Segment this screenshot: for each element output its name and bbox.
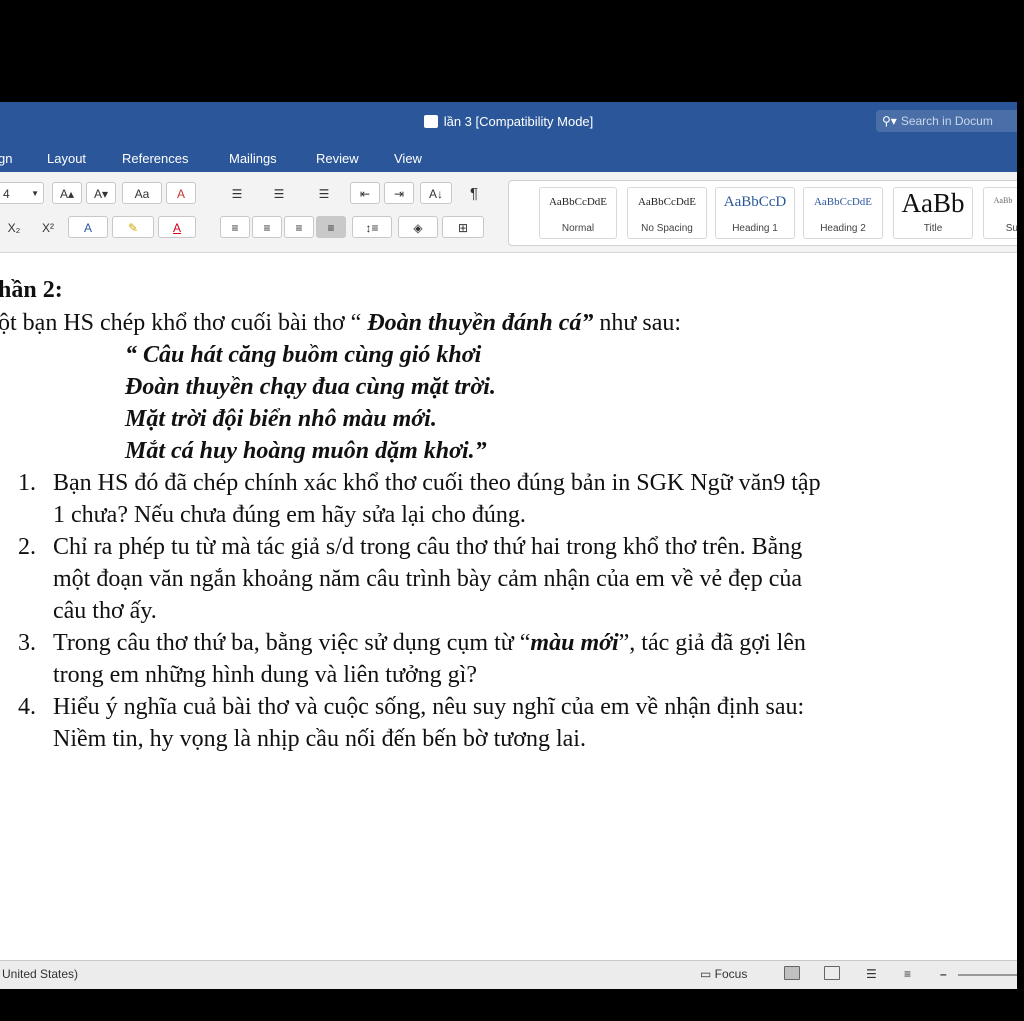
status-bar: United States) ▭ Focus ☰ ≡ –	[0, 960, 1017, 989]
sort-button[interactable]: A↓	[420, 182, 452, 204]
list-number: 4.	[18, 694, 36, 720]
focus-button[interactable]: ▭ Focus	[700, 967, 747, 981]
intro-paragraph: ột bạn HS chép khổ thơ cuối bài thơ “ Đo…	[0, 310, 682, 336]
line-spacing-button[interactable]: ↕≡	[352, 216, 392, 238]
align-right-button[interactable]: ≡	[284, 216, 314, 238]
tab-mailings[interactable]: Mailings	[229, 151, 277, 166]
list-number: 3.	[18, 630, 36, 656]
shading-button[interactable]: ◈	[398, 216, 438, 238]
style-heading-1[interactable]: AaBbCcD Heading 1	[715, 187, 795, 239]
subscript-button[interactable]: X₂	[0, 216, 28, 238]
language-indicator[interactable]: United States)	[2, 967, 78, 981]
question-text: trong em những hình dung và liên tưởng g…	[53, 662, 477, 688]
decrease-indent-button[interactable]: ⇤	[350, 182, 380, 204]
poem-line: Mắt cá huy hoàng muôn dặm khơi.”	[125, 438, 487, 464]
question-text: Niềm tin, hy vọng là nhịp cầu nối đến bế…	[53, 726, 586, 752]
document-icon	[423, 115, 438, 128]
increase-indent-button[interactable]: ⇥	[384, 182, 414, 204]
poem-line: “ Câu hát căng buồm cùng gió khơi	[125, 342, 482, 368]
borders-button[interactable]: ⊞	[442, 216, 484, 238]
style-heading-2[interactable]: AaBbCcDdE Heading 2	[803, 187, 883, 239]
text-effects-button[interactable]: A	[68, 216, 108, 238]
question-text: 1 chưa? Nếu chưa đúng em hãy sửa lại cho…	[53, 502, 526, 528]
multilevel-list-button[interactable]: ☰	[304, 182, 344, 204]
focus-icon: ▭	[700, 967, 715, 981]
change-case-button[interactable]: Aa	[122, 182, 162, 204]
poem-line: Đoàn thuyền chạy đua cùng mặt trời.	[125, 374, 496, 400]
outline-icon[interactable]: ☰	[866, 967, 877, 981]
highlight-button[interactable]: ✎	[112, 216, 154, 238]
question-text: một đoạn văn ngắn khoảng năm câu trình b…	[53, 566, 803, 592]
tab-references[interactable]: References	[122, 151, 188, 166]
numbering-button[interactable]: ☰	[260, 182, 298, 204]
tab-layout[interactable]: Layout	[47, 151, 86, 166]
question-text: Hiểu ý nghĩa cuả bài thơ và cuộc sống, n…	[53, 694, 805, 720]
align-center-button[interactable]: ≡	[252, 216, 282, 238]
clear-formatting-button[interactable]: A	[166, 182, 196, 204]
style-normal[interactable]: AaBbCcDdE Normal	[539, 187, 617, 239]
chevron-down-icon: ▼	[31, 189, 39, 198]
font-color-button[interactable]: A	[158, 216, 196, 238]
style-title[interactable]: AaBb Title	[893, 187, 973, 239]
tab-view[interactable]: View	[394, 151, 422, 166]
styles-gallery: AaBbCcDdE Normal AaBbCcDdE No Spacing Aa…	[508, 180, 1017, 246]
tab-design[interactable]: gn	[0, 151, 12, 166]
align-left-button[interactable]: ≡	[220, 216, 250, 238]
question-text: Trong câu thơ thứ ba, bằng việc sử dụng …	[53, 630, 806, 656]
title-bar: lần 3 [Compatibility Mode] ⚲▾ Search in D…	[0, 102, 1017, 146]
search-icon: ⚲▾	[882, 114, 897, 128]
document-page[interactable]: hần 2: ột bạn HS chép khổ thơ cuối bài t…	[0, 253, 1017, 953]
word-window: lần 3 [Compatibility Mode] ⚲▾ Search in D…	[0, 102, 1017, 989]
section-heading: hần 2:	[0, 277, 63, 303]
style-subtitle[interactable]: AaBb Su	[983, 187, 1017, 239]
grow-font-button[interactable]: A▴	[52, 182, 82, 204]
question-text: Bạn HS đó đã chép chính xác khổ thơ cuối…	[53, 470, 821, 496]
justify-button[interactable]: ≡	[316, 216, 346, 238]
list-number: 1.	[18, 470, 36, 496]
tab-review[interactable]: Review	[316, 151, 359, 166]
list-number: 2.	[18, 534, 36, 560]
poem-line: Mặt trời đội biển nhô màu mới.	[125, 406, 437, 432]
superscript-button[interactable]: X²	[34, 216, 62, 238]
ribbon-home: 4 ▼ A▴ A▾ Aa A ☰ ☰ ☰ ⇤ ⇥ A↓ ¶ X₂ X² A ✎ A…	[0, 172, 1017, 253]
font-size-select[interactable]: 4 ▼	[0, 182, 44, 204]
draft-icon[interactable]: ≡	[904, 967, 911, 981]
question-text: Chỉ ra phép tu từ mà tác giả s/d trong c…	[53, 534, 803, 560]
question-text: câu thơ ấy.	[53, 598, 157, 624]
window-title: lần 3 [Compatibility Mode]	[0, 114, 1017, 129]
style-no-spacing[interactable]: AaBbCcDdE No Spacing	[627, 187, 707, 239]
ribbon-tabs: gn Layout References Mailings Review Vie…	[0, 146, 1017, 172]
print-layout-icon[interactable]	[784, 966, 800, 980]
zoom-out-button[interactable]: –	[940, 967, 947, 981]
search-input[interactable]: ⚲▾ Search in Docum	[876, 110, 1017, 132]
web-layout-icon[interactable]	[824, 966, 840, 980]
zoom-slider[interactable]	[958, 974, 1017, 976]
shrink-font-button[interactable]: A▾	[86, 182, 116, 204]
show-formatting-button[interactable]: ¶	[460, 182, 488, 204]
bullets-button[interactable]: ☰	[218, 182, 256, 204]
